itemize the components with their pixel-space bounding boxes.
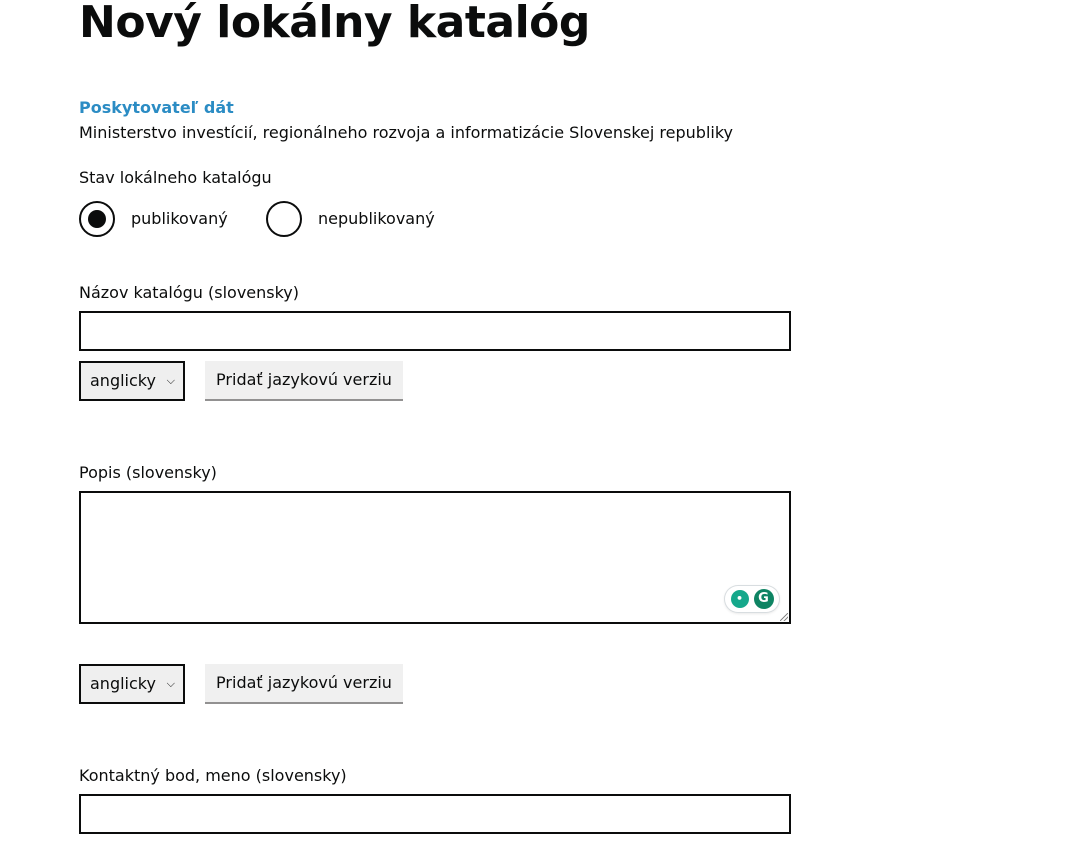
catalog-name-add-language-button[interactable]: Pridať jazykovú verziu: [205, 361, 403, 401]
description-language-select[interactable]: anglicky ⌵: [79, 664, 185, 704]
catalog-name-label: Názov katalógu (slovensky): [79, 283, 300, 302]
catalog-name-input[interactable]: [79, 311, 791, 351]
page: Nový lokálny katalóg Poskytovateľ dát Mi…: [0, 0, 1092, 843]
grammarly-widget[interactable]: • G: [725, 586, 779, 612]
contact-name-label: Kontaktný bod, meno (slovensky): [79, 766, 347, 785]
lightbulb-icon[interactable]: •: [730, 590, 749, 608]
description-label: Popis (slovensky): [79, 463, 217, 482]
radio-published-label[interactable]: publikovaný: [131, 208, 228, 230]
chevron-down-icon: ⌵: [166, 677, 175, 690]
provider-label: Poskytovateľ dát: [79, 98, 234, 117]
radio-unpublished-label[interactable]: nepublikovaný: [318, 208, 435, 230]
description-add-language-button[interactable]: Pridať jazykovú verziu: [205, 664, 403, 704]
grammarly-icon[interactable]: G: [753, 589, 774, 609]
radio-unpublished[interactable]: nepublikovaný: [266, 201, 435, 237]
status-label: Stav lokálneho katalógu: [79, 168, 272, 187]
provider-value: Ministerstvo investícií, regionálneho ro…: [79, 123, 733, 142]
radio-published[interactable]: publikovaný: [79, 201, 228, 237]
chevron-down-icon: ⌵: [166, 374, 175, 387]
description-language-value: anglicky: [90, 674, 156, 693]
radio-unpublished-circle[interactable]: [266, 201, 302, 237]
description-textarea[interactable]: • G: [79, 491, 791, 624]
catalog-name-language-select[interactable]: anglicky ⌵: [79, 361, 185, 401]
page-title: Nový lokálny katalóg: [79, 0, 590, 48]
resize-grip-icon[interactable]: [780, 613, 788, 621]
radio-published-circle[interactable]: [79, 201, 115, 237]
contact-name-input[interactable]: [79, 794, 791, 834]
catalog-name-language-value: anglicky: [90, 371, 156, 390]
